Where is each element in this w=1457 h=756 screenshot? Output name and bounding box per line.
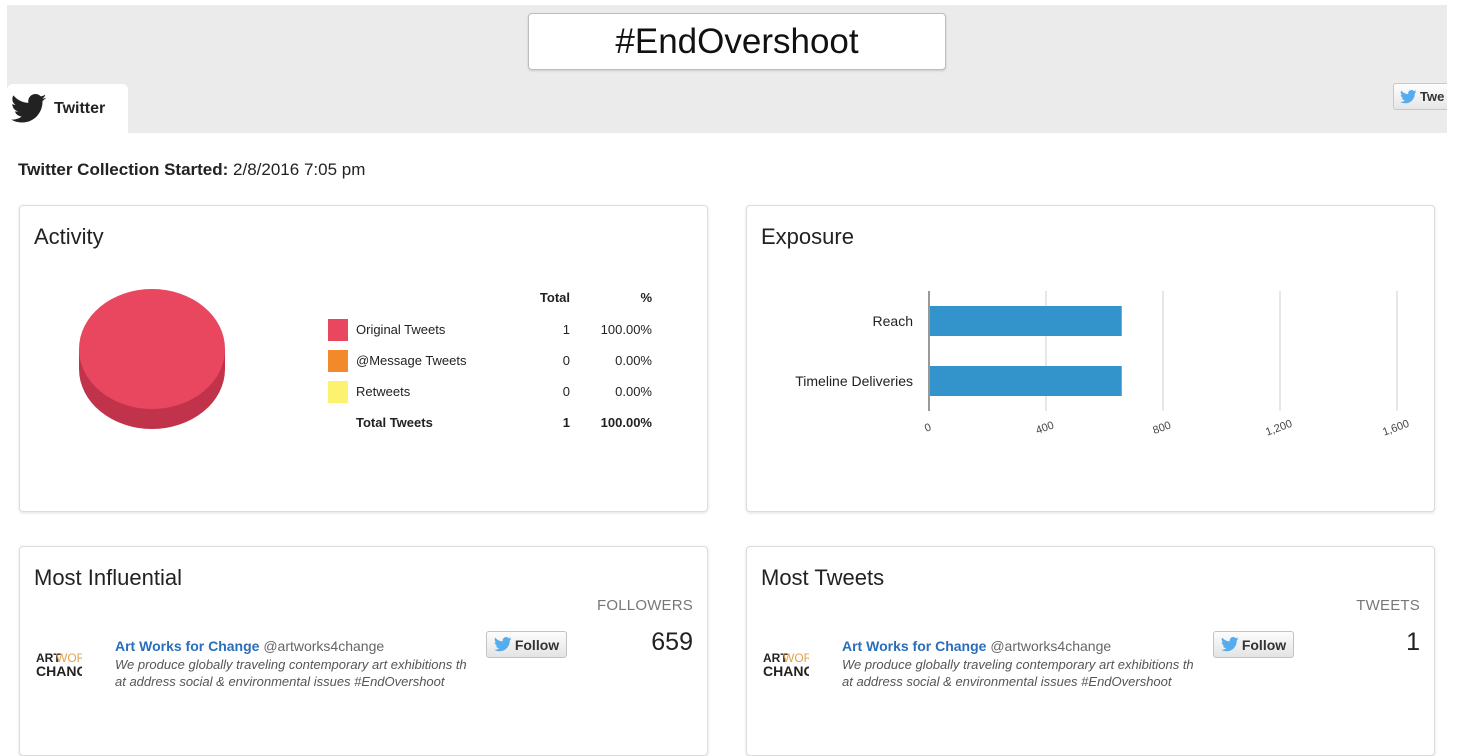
artworks-logo: ART WORKS CHANGE bbox=[34, 640, 101, 686]
user-handle: @artworks4change bbox=[990, 638, 1112, 654]
exposure-panel: Exposure 0 400 800 1,200 1,600 Reach Timeline … bbox=[746, 205, 1435, 512]
legend-swatch bbox=[328, 350, 348, 372]
twitter-bird-icon bbox=[11, 93, 47, 122]
tweets-column-header: TWEETS bbox=[1356, 597, 1420, 614]
hashtag-title: #EndOvershoot bbox=[528, 13, 946, 70]
category-label: Timeline Deliveries bbox=[795, 373, 913, 389]
legend-total: 1 bbox=[562, 415, 570, 430]
exposure-bar-chart: 0 400 800 1,200 1,600 Reach Timeline Deliverie… bbox=[795, 291, 1411, 439]
legend-pct: 0.00% bbox=[615, 384, 652, 399]
legend-label: Retweets bbox=[356, 384, 411, 399]
twitter-bird-icon bbox=[493, 637, 512, 652]
twitter-bird-icon bbox=[1220, 637, 1239, 652]
x-tick-label: 1,600 bbox=[1381, 418, 1411, 439]
legend-label: Original Tweets bbox=[356, 322, 446, 337]
artworks-logo: ART WORKS CHANGE bbox=[761, 640, 828, 686]
x-tick-label: 0 bbox=[923, 421, 933, 434]
exposure-bar bbox=[930, 366, 1122, 396]
exposure-bar bbox=[930, 306, 1122, 336]
legend-pct: 100.00% bbox=[600, 322, 652, 337]
legend-pct: 0.00% bbox=[615, 353, 652, 368]
most-influential-title: Most Influential bbox=[34, 565, 182, 590]
followers-count: 659 bbox=[651, 628, 693, 656]
user-name-link[interactable]: Art Works for Change bbox=[842, 638, 986, 654]
legend-label: Total Tweets bbox=[356, 415, 433, 430]
legend-row: Retweets 0 0.00% bbox=[328, 379, 668, 405]
x-tick-label: 1,200 bbox=[1264, 418, 1294, 439]
most-influential-panel: Most Influential FOLLOWERS 659 ART WORKS… bbox=[19, 546, 708, 756]
user-line: Art Works for Change @artworks4change bbox=[115, 638, 384, 654]
legend-header-total: Total bbox=[539, 290, 570, 305]
activity-title: Activity bbox=[34, 224, 104, 249]
legend-row: @Message Tweets 0 0.00% bbox=[328, 348, 668, 374]
most-tweets-panel: Most Tweets TWEETS 1 ART WORKS CHANGE Ar… bbox=[746, 546, 1435, 756]
user-handle: @artworks4change bbox=[263, 638, 385, 654]
followers-column-header: FOLLOWERS bbox=[597, 597, 693, 614]
legend-row: Original Tweets 1 100.00% bbox=[328, 317, 668, 343]
follow-button[interactable]: Follow bbox=[1213, 631, 1294, 658]
collection-started: Twitter Collection Started: 2/8/2016 7:0… bbox=[18, 160, 365, 180]
user-description-line: at address social & environmental issues… bbox=[842, 674, 1172, 689]
activity-panel: Activity Total % Original Tweets 1 100.0… bbox=[19, 205, 708, 512]
tweet-button-label: Twe bbox=[1420, 89, 1445, 104]
user-line: Art Works for Change @artworks4change bbox=[842, 638, 1111, 654]
legend-total: 0 bbox=[562, 353, 570, 368]
tab-twitter-label: Twitter bbox=[54, 99, 106, 117]
tweet-button[interactable]: Twe bbox=[1393, 83, 1447, 110]
svg-text:CHANGE: CHANGE bbox=[36, 663, 82, 679]
user-description: We produce globally traveling contempora… bbox=[115, 656, 485, 690]
user-description-line: We produce globally traveling contempora… bbox=[115, 657, 467, 672]
follow-button-label: Follow bbox=[1241, 636, 1287, 653]
tab-twitter[interactable]: Twitter bbox=[7, 84, 128, 133]
x-tick-label: 800 bbox=[1151, 419, 1172, 437]
legend-header-pct: % bbox=[640, 290, 652, 305]
legend-label: @Message Tweets bbox=[356, 353, 467, 368]
user-description-line: We produce globally traveling contempora… bbox=[842, 657, 1194, 672]
twitter-bird-icon bbox=[1400, 89, 1417, 103]
user-description: We produce globally traveling contempora… bbox=[842, 656, 1212, 690]
x-tick-label: 400 bbox=[1034, 419, 1055, 437]
legend-total: 1 bbox=[562, 322, 570, 337]
legend-swatch bbox=[328, 319, 348, 341]
most-tweets-title: Most Tweets bbox=[761, 565, 885, 590]
legend-total: 0 bbox=[562, 384, 570, 399]
legend-swatch bbox=[328, 381, 348, 403]
tweets-count: 1 bbox=[1406, 628, 1420, 656]
svg-text:CHANGE: CHANGE bbox=[763, 663, 809, 679]
user-description-line: at address social & environmental issues… bbox=[115, 674, 445, 689]
follow-button[interactable]: Follow bbox=[486, 631, 567, 658]
collection-date: 2/8/2016 7:05 pm bbox=[233, 160, 366, 179]
follow-button-label: Follow bbox=[514, 636, 560, 653]
collection-label: Twitter Collection Started: bbox=[18, 160, 229, 179]
user-name-link[interactable]: Art Works for Change bbox=[115, 638, 259, 654]
legend-pct: 100.00% bbox=[600, 415, 652, 430]
category-label: Reach bbox=[873, 313, 913, 329]
activity-pie-chart bbox=[79, 289, 225, 429]
pie-slice-original-tweets bbox=[79, 289, 225, 409]
legend-total-row: Total Tweets 1 100.00% bbox=[328, 410, 668, 436]
